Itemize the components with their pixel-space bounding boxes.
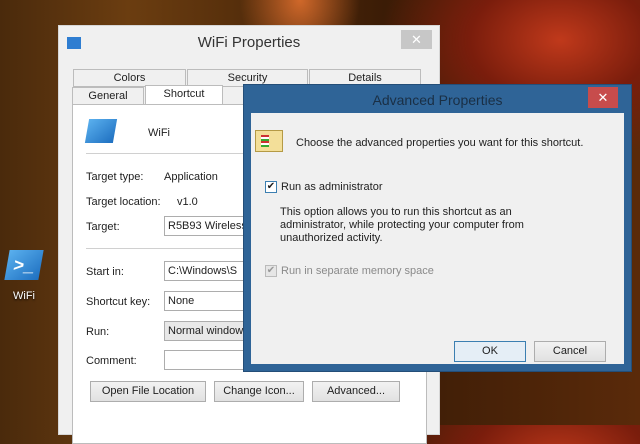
target-label: Target:: [86, 221, 120, 233]
tab-shortcut[interactable]: Shortcut: [145, 85, 223, 104]
change-icon-button[interactable]: Change Icon...: [214, 381, 304, 402]
target-type-value: Application: [164, 171, 218, 183]
run-label: Run:: [86, 326, 110, 338]
desktop-icon-label: WiFi: [13, 290, 35, 302]
dialog-close-button[interactable]: ✕: [588, 87, 618, 108]
target-location-label: Target location:: [86, 196, 161, 208]
shortcut-icon: [84, 119, 118, 143]
powershell-shortcut-icon: >_: [4, 250, 44, 280]
start-in-label: Start in:: [86, 266, 124, 278]
dialog-title: Advanced Properties: [372, 92, 503, 108]
advanced-properties-dialog: Advanced Properties ✕ Choose the advance…: [243, 84, 632, 372]
tab-general[interactable]: General: [72, 87, 144, 105]
open-file-location-button[interactable]: Open File Location: [90, 381, 206, 402]
intro-text: Choose the advanced properties you want …: [296, 137, 584, 149]
window-title: WiFi Properties: [197, 34, 301, 51]
separate-memory-checkbox: ✔: [265, 265, 277, 277]
target-location-value: v1.0: [177, 196, 198, 208]
shortcut-name: WiFi: [148, 127, 170, 139]
advanced-button[interactable]: Advanced...: [312, 381, 400, 402]
target-type-label: Target type:: [86, 171, 144, 183]
desktop-icon-wifi[interactable]: >_ WiFi: [0, 250, 48, 302]
cancel-button[interactable]: Cancel: [534, 341, 606, 362]
separate-memory-label: Run in separate memory space: [281, 265, 434, 277]
shortcut-properties-icon: [255, 130, 283, 152]
close-button[interactable]: ✕: [401, 30, 432, 49]
run-as-admin-checkbox[interactable]: ✔: [265, 181, 277, 193]
comment-label: Comment:: [86, 355, 137, 367]
shortcut-key-label: Shortcut key:: [86, 296, 151, 308]
run-as-admin-label[interactable]: Run as administrator: [281, 181, 383, 193]
run-as-admin-description: This option allows you to run this short…: [280, 206, 524, 244]
ok-button[interactable]: OK: [454, 341, 526, 362]
dialog-body: Choose the advanced properties you want …: [251, 113, 624, 364]
